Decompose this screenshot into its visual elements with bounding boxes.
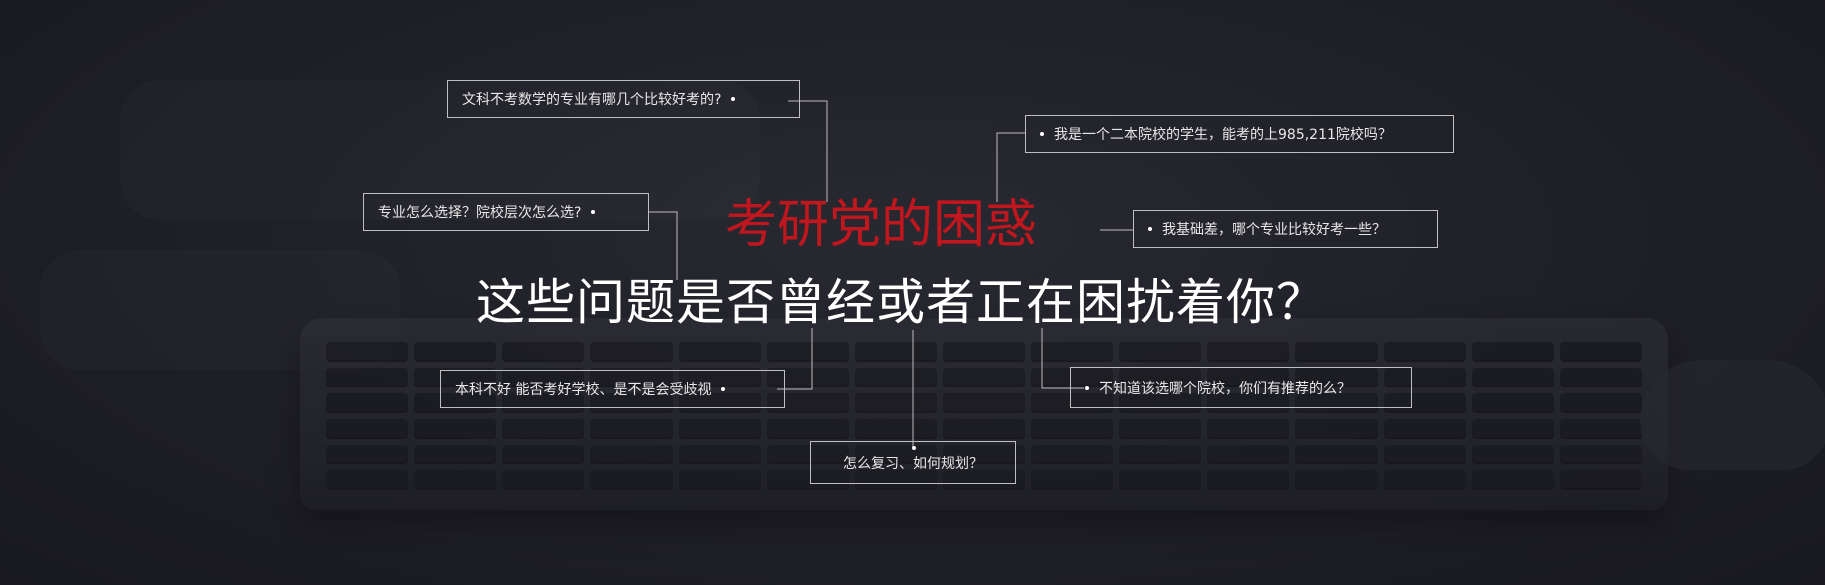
bullet-dot-icon [1148,227,1152,231]
question-text: 专业怎么选择？院校层次怎么选? [378,205,582,221]
bullet-dot-icon [721,387,726,391]
question-box: 专业怎么选择？院校层次怎么选? [363,193,649,231]
banner-title: 这些问题是否曾经或者正在困扰着你？ [476,274,1327,331]
question-text: 文科不考数学的专业有哪几个比较好考的? [462,92,722,108]
question-box: 我是一个二本院校的学生，能考的上985,211院校吗？ [1025,115,1454,153]
bullet-dot-icon [912,446,916,450]
bullet-dot-icon [1040,132,1044,136]
question-box: 我基础差，哪个专业比较好考一些？ [1133,210,1438,248]
question-box: 怎么复习、如何规划？ [810,441,1016,484]
bullet-dot-icon [591,210,596,214]
question-text: 本科不好 能否考好学校、是不是会受歧视 [455,382,712,398]
bullet-dot-icon [1085,385,1089,390]
question-text: 我基础差，哪个专业比较好考一些？ [1162,222,1386,238]
question-box: 文科不考数学的专业有哪几个比较好考的? [447,80,800,118]
banner-subtitle: 考研党的困惑 [725,195,1038,255]
question-text: 怎么复习、如何规划？ [843,455,983,472]
question-box: 不知道该选哪个院校，你们有推荐的么？ [1070,367,1412,408]
question-box: 本科不好 能否考好学校、是不是会受歧视 [440,370,785,408]
question-text: 不知道该选哪个院校，你们有推荐的么？ [1099,380,1351,397]
bullet-dot-icon [731,97,736,101]
question-text: 我是一个二本院校的学生，能考的上985,211院校吗？ [1054,127,1392,143]
